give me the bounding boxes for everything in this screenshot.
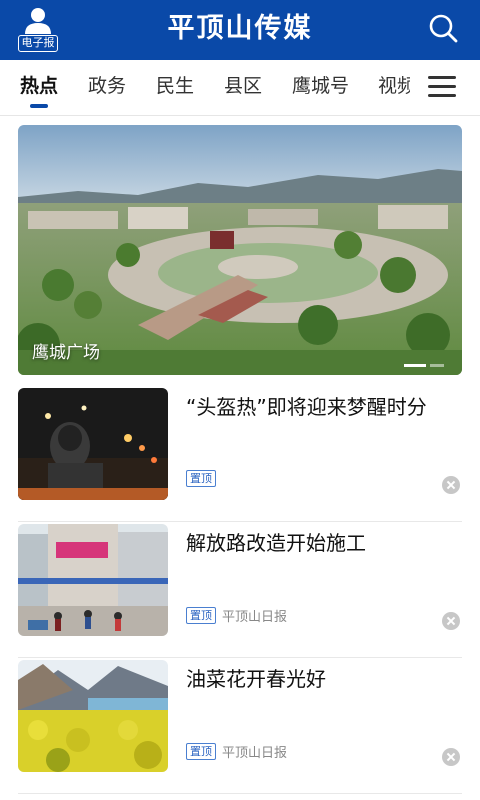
news-item[interactable]: “头盔热”即将迎来梦醒时分 置顶 — [18, 386, 462, 522]
active-tab-indicator — [30, 104, 48, 108]
news-title: 油菜花开春光好 — [186, 667, 326, 691]
news-meta: 置顶 平顶山日报 — [186, 606, 287, 626]
news-thumbnail — [18, 660, 168, 772]
epaper-button[interactable]: 电子报 — [16, 6, 60, 52]
news-thumbnail — [18, 388, 168, 500]
news-meta: 置顶 — [186, 470, 222, 490]
news-item[interactable]: 油菜花开春光好 置顶 平顶山日报 — [18, 658, 462, 794]
channel-tab-bar: 热点 政务 民生 县区 鹰城号 视频 — [0, 60, 480, 116]
tab-livelihood[interactable]: 民生 — [156, 60, 195, 115]
tab-hot[interactable]: 热点 — [20, 60, 59, 115]
tab-government[interactable]: 政务 — [88, 60, 127, 115]
news-meta: 置顶 平顶山日报 — [186, 742, 287, 762]
pinned-badge: 置顶 — [186, 470, 216, 487]
carousel-indicator — [400, 352, 444, 371]
tab-label: 民生 — [156, 75, 195, 97]
epaper-label: 电子报 — [18, 35, 58, 52]
tab-label: 县区 — [224, 75, 263, 97]
news-item[interactable]: 解放路改造开始施工 置顶 平顶山日报 — [18, 522, 462, 658]
hamburger-icon[interactable] — [428, 76, 456, 100]
news-feed[interactable]: 鹰城广场 “头盔热”即将迎来梦醒时分 置顶 解放路改造开始施工 置顶 平顶山日报… — [0, 116, 480, 800]
top-bar: 电子报 平顶山传媒 — [0, 0, 480, 60]
pinned-badge: 置顶 — [186, 607, 216, 624]
hero-carousel[interactable]: 鹰城广场 — [18, 125, 462, 375]
news-thumbnail — [18, 524, 168, 636]
tab-label: 政务 — [88, 75, 127, 97]
search-button[interactable] — [425, 10, 461, 46]
news-title: “头盔热”即将迎来梦醒时分 — [186, 395, 427, 419]
user-icon — [25, 8, 51, 34]
news-source: 平顶山日报 — [222, 746, 288, 761]
hero-caption: 鹰城广场 — [32, 343, 100, 363]
search-icon — [429, 14, 458, 43]
pinned-badge: 置顶 — [186, 743, 216, 760]
tab-label: 热点 — [20, 75, 59, 97]
news-title: 解放路改造开始施工 — [186, 531, 366, 555]
dismiss-icon[interactable] — [442, 612, 460, 630]
tab-label: 视频 — [378, 75, 410, 97]
tab-yingcheng-accounts[interactable]: 鹰城号 — [292, 60, 350, 115]
tab-label: 鹰城号 — [292, 75, 350, 97]
tabs-scroll[interactable]: 热点 政务 民生 县区 鹰城号 视频 — [0, 60, 410, 115]
news-source: 平顶山日报 — [222, 610, 288, 625]
dismiss-icon[interactable] — [442, 476, 460, 494]
dismiss-icon[interactable] — [442, 748, 460, 766]
tab-counties[interactable]: 县区 — [224, 60, 263, 115]
app-title: 平顶山传媒 — [167, 13, 313, 44]
tab-video[interactable]: 视频 — [378, 60, 410, 115]
